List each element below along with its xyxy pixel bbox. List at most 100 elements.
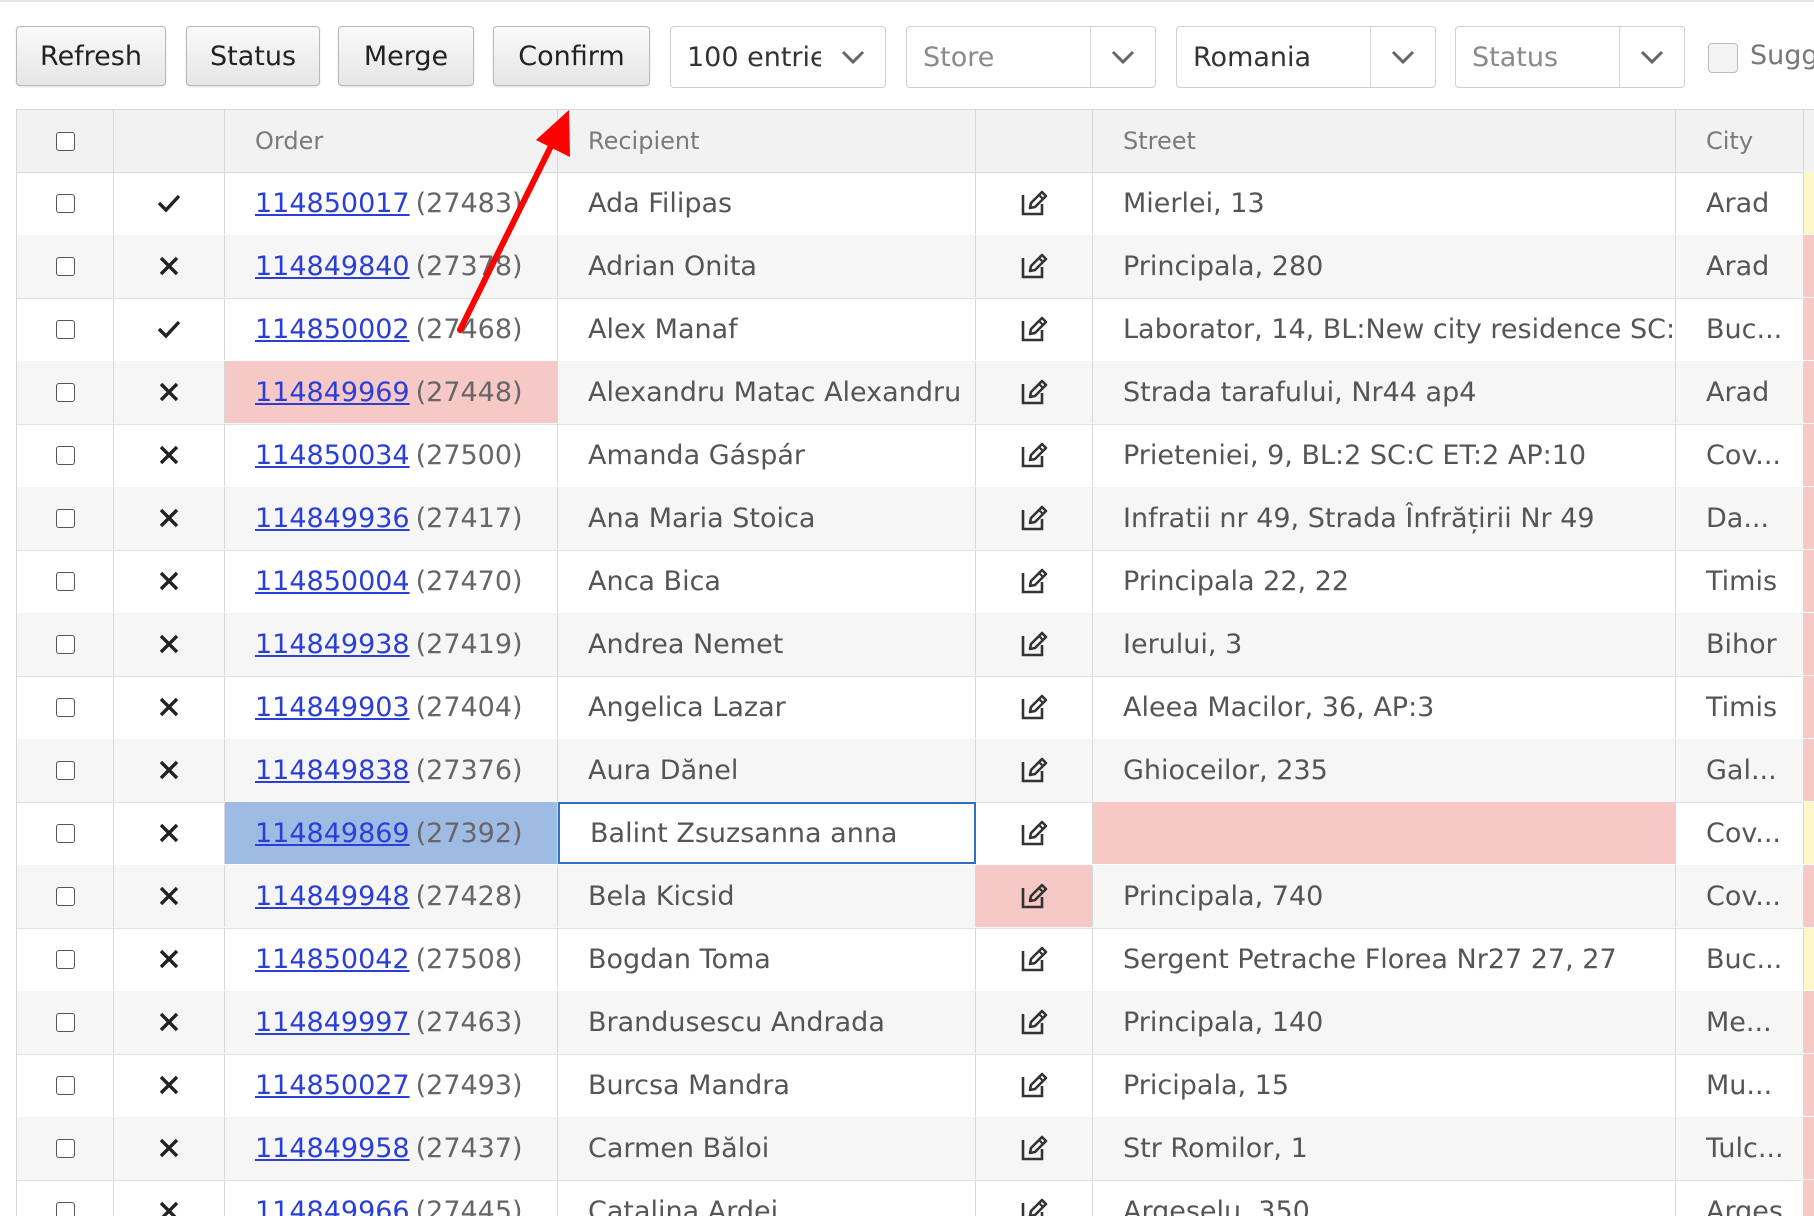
- recipient-cell[interactable]: Adrian Onita: [558, 235, 976, 297]
- edit-icon[interactable]: [1020, 567, 1048, 595]
- order-link[interactable]: 114850017: [255, 188, 410, 219]
- row-checkbox[interactable]: [56, 257, 75, 276]
- city-cell[interactable]: Cov...: [1676, 802, 1804, 864]
- edit-icon[interactable]: [1020, 504, 1048, 532]
- status-select[interactable]: Status: [1455, 26, 1685, 88]
- table-row[interactable]: 114849938(27419)Andrea NemetIerului, 3Bi…: [17, 613, 1814, 677]
- recipient-cell[interactable]: Ana Maria Stoica: [558, 487, 976, 549]
- table-row[interactable]: 114849936(27417)Ana Maria StoicaInfratii…: [17, 487, 1814, 551]
- edit-icon[interactable]: [1020, 819, 1048, 847]
- edit-icon[interactable]: [1020, 378, 1048, 406]
- street-cell[interactable]: Principala, 140: [1093, 991, 1676, 1053]
- table-row[interactable]: 114849903(27404)Angelica LazarAleea Maci…: [17, 676, 1814, 740]
- row-checkbox[interactable]: [56, 383, 75, 402]
- edit-icon[interactable]: [1020, 756, 1048, 784]
- city-cell[interactable]: Cov...: [1676, 865, 1804, 927]
- city-cell[interactable]: Timis: [1676, 676, 1804, 738]
- city-cell[interactable]: Timis: [1676, 550, 1804, 612]
- row-checkbox[interactable]: [56, 446, 75, 465]
- order-link[interactable]: 114849958: [255, 1133, 410, 1164]
- city-cell[interactable]: Arad: [1676, 361, 1804, 423]
- row-checkbox[interactable]: [56, 194, 75, 213]
- street-cell[interactable]: [1093, 802, 1676, 864]
- header-recipient[interactable]: Recipient: [558, 110, 976, 172]
- edit-icon[interactable]: [1020, 189, 1048, 217]
- order-link[interactable]: 114849903: [255, 692, 410, 723]
- row-checkbox[interactable]: [56, 1013, 75, 1032]
- header-order[interactable]: Order: [225, 110, 558, 172]
- row-checkbox[interactable]: [56, 698, 75, 717]
- recipient-cell[interactable]: Burcsa Mandra: [558, 1054, 976, 1116]
- order-link[interactable]: 114849938: [255, 629, 410, 660]
- row-checkbox[interactable]: [56, 572, 75, 591]
- edit-icon[interactable]: [1020, 1197, 1048, 1216]
- recipient-cell[interactable]: Andrea Nemet: [558, 613, 976, 675]
- header-city[interactable]: City: [1676, 110, 1804, 172]
- row-checkbox[interactable]: [56, 824, 75, 843]
- city-cell[interactable]: Me...: [1676, 991, 1804, 1053]
- city-cell[interactable]: Gal...: [1676, 739, 1804, 801]
- city-cell[interactable]: Arad: [1676, 235, 1804, 297]
- order-link[interactable]: 114850002: [255, 314, 410, 345]
- street-cell[interactable]: Ierului, 3: [1093, 613, 1676, 675]
- table-row[interactable]: 114849969(27448)Alexandru Matac Alexandr…: [17, 361, 1814, 425]
- table-row[interactable]: 114850004(27470)Anca BicaPrincipala 22, …: [17, 550, 1814, 614]
- order-link[interactable]: 114849838: [255, 755, 410, 786]
- street-cell[interactable]: Str Romilor, 1: [1093, 1117, 1676, 1179]
- recipient-cell[interactable]: Angelica Lazar: [558, 676, 976, 738]
- recipient-cell[interactable]: Catalina Ardei: [558, 1180, 976, 1216]
- table-row[interactable]: 114849966(27445)Catalina ArdeiArgeselu, …: [17, 1180, 1814, 1216]
- order-link[interactable]: 114850027: [255, 1070, 410, 1101]
- order-link[interactable]: 114849869: [255, 818, 410, 849]
- city-cell[interactable]: Buc...: [1676, 928, 1804, 990]
- table-row[interactable]: 114849948(27428)Bela KicsidPrincipala, 7…: [17, 865, 1814, 929]
- street-cell[interactable]: Prieteniei, 9, BL:2 SC:C ET:2 AP:10: [1093, 424, 1676, 486]
- street-cell[interactable]: Pricipala, 15: [1093, 1054, 1676, 1116]
- order-link[interactable]: 114849936: [255, 503, 410, 534]
- order-link[interactable]: 114849997: [255, 1007, 410, 1038]
- street-cell[interactable]: Principala, 740: [1093, 865, 1676, 927]
- row-checkbox[interactable]: [56, 761, 75, 780]
- row-checkbox[interactable]: [56, 1076, 75, 1095]
- suggest-checkbox[interactable]: [1708, 43, 1738, 73]
- edit-icon[interactable]: [1020, 315, 1048, 343]
- row-checkbox[interactable]: [56, 1202, 75, 1216]
- order-link[interactable]: 114850034: [255, 440, 410, 471]
- recipient-cell[interactable]: Aura Dănel: [558, 739, 976, 801]
- recipient-cell[interactable]: Carmen Băloi: [558, 1117, 976, 1179]
- city-cell[interactable]: Buc...: [1676, 298, 1804, 360]
- city-cell[interactable]: Arad: [1676, 172, 1804, 234]
- table-row[interactable]: 114849869(27392)Balint Zsuzsanna annaCov…: [17, 802, 1814, 866]
- edit-icon[interactable]: [1020, 1134, 1048, 1162]
- recipient-cell[interactable]: Anca Bica: [558, 550, 976, 612]
- city-cell[interactable]: Da...: [1676, 487, 1804, 549]
- recipient-cell[interactable]: Ada Filipas: [558, 172, 976, 234]
- row-checkbox[interactable]: [56, 950, 75, 969]
- order-link[interactable]: 114850004: [255, 566, 410, 597]
- merge-button[interactable]: Merge: [338, 26, 474, 86]
- confirm-button[interactable]: Confirm: [493, 26, 650, 86]
- entries-select[interactable]: 100 entries: [670, 26, 886, 88]
- select-all-checkbox[interactable]: [56, 132, 75, 151]
- edit-icon[interactable]: [1020, 630, 1048, 658]
- street-cell[interactable]: Strada tarafului, Nr44 ap4: [1093, 361, 1676, 423]
- recipient-cell[interactable]: Bela Kicsid: [558, 865, 976, 927]
- row-checkbox[interactable]: [56, 1139, 75, 1158]
- table-row[interactable]: 114849840(27378)Adrian OnitaPrincipala, …: [17, 235, 1814, 299]
- row-checkbox[interactable]: [56, 320, 75, 339]
- recipient-cell[interactable]: Alexandru Matac Alexandru: [558, 361, 976, 423]
- table-row[interactable]: 114850027(27493)Burcsa MandraPricipala, …: [17, 1054, 1814, 1118]
- city-cell[interactable]: Tulc...: [1676, 1117, 1804, 1179]
- country-select[interactable]: Romania: [1176, 26, 1436, 88]
- street-cell[interactable]: Laborator, 14, BL:New city residence SC:…: [1093, 298, 1676, 360]
- table-row[interactable]: 114849958(27437)Carmen BăloiStr Romilor,…: [17, 1117, 1814, 1181]
- edit-icon[interactable]: [1020, 1071, 1048, 1099]
- row-checkbox[interactable]: [56, 635, 75, 654]
- order-link[interactable]: 114849840: [255, 251, 410, 282]
- street-cell[interactable]: Infratii nr 49, Strada Înfrățirii Nr 49: [1093, 487, 1676, 549]
- recipient-cell[interactable]: Brandusescu Andrada: [558, 991, 976, 1053]
- table-row[interactable]: 114850002(27468)Alex ManafLaborator, 14,…: [17, 298, 1814, 362]
- city-cell[interactable]: Mu...: [1676, 1054, 1804, 1116]
- recipient-cell[interactable]: Amanda Gáspár: [558, 424, 976, 486]
- recipient-cell[interactable]: Balint Zsuzsanna anna: [558, 802, 976, 864]
